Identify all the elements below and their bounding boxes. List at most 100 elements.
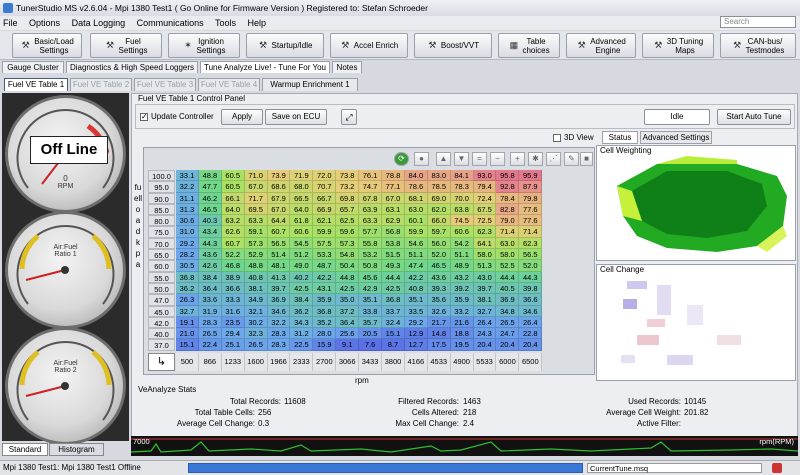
x-axis-value[interactable]: 3433 <box>359 352 383 371</box>
x-axis-value[interactable]: 3066 <box>336 352 360 371</box>
table-cell[interactable]: 67.0 <box>382 192 405 204</box>
table-cell[interactable]: 25.1 <box>221 339 245 351</box>
table-cell[interactable]: 61.8 <box>290 215 314 227</box>
table-cell[interactable]: 32.7 <box>473 305 497 317</box>
table-cell[interactable]: 53.8 <box>382 237 405 250</box>
table-cell[interactable]: 52.0 <box>427 249 451 261</box>
table-cell[interactable]: 20.4 <box>496 339 520 351</box>
x-axis-value[interactable]: 2700 <box>313 352 337 371</box>
table-cell[interactable]: 64.0 <box>221 203 245 216</box>
x-axis-value[interactable]: 1233 <box>221 352 245 371</box>
table-cell[interactable]: 56.5 <box>519 249 543 261</box>
table-cell[interactable]: 62.6 <box>221 226 245 238</box>
table-cell[interactable]: 31.2 <box>290 328 314 340</box>
x-axis-value[interactable]: 3800 <box>382 352 405 371</box>
table-cell[interactable]: 29.2 <box>404 316 428 329</box>
table-cell[interactable]: 58.0 <box>496 249 520 261</box>
table-cell[interactable]: 36.4 <box>198 282 222 295</box>
table-cell[interactable]: 74.7 <box>359 181 383 193</box>
table-cell[interactable]: 68.6 <box>267 181 291 193</box>
y-axis-value[interactable]: 37.0 <box>148 339 175 351</box>
table-cell[interactable]: 44.4 <box>496 271 520 283</box>
table-cell[interactable]: 63.9 <box>359 203 383 216</box>
table-cell[interactable]: 43.4 <box>198 226 222 238</box>
table-cell[interactable]: 78.6 <box>404 181 428 193</box>
table-cell[interactable]: 78.3 <box>450 181 474 193</box>
table-cell[interactable]: 59.9 <box>313 226 337 238</box>
menu-communications[interactable]: Communications <box>137 18 204 28</box>
table-cell[interactable]: 7.6 <box>359 339 383 351</box>
table-cell[interactable]: 82.8 <box>496 203 520 216</box>
minus-icon[interactable]: − <box>490 152 505 166</box>
table-cell[interactable]: 42.5 <box>382 282 405 295</box>
table-cell[interactable]: 38.4 <box>290 294 314 306</box>
table-cell[interactable]: 34.9 <box>244 294 268 306</box>
table-cell[interactable]: 67.8 <box>359 192 383 204</box>
table-cell[interactable]: 23.5 <box>221 316 245 329</box>
x-axis-value[interactable]: 500 <box>176 352 199 371</box>
table-cell[interactable]: 71.0 <box>244 170 268 182</box>
table-cell[interactable]: 56.8 <box>382 226 405 238</box>
table-cell[interactable]: 41.3 <box>267 271 291 283</box>
table-cell[interactable]: 22.5 <box>290 339 314 351</box>
table-cell[interactable]: 31.6 <box>221 305 245 317</box>
y-axis-value[interactable]: 42.0 <box>148 316 175 329</box>
table-cell[interactable]: 79.0 <box>496 215 520 227</box>
table-cell[interactable]: 42.2 <box>404 271 428 283</box>
table-cell[interactable]: 79.4 <box>473 181 497 193</box>
table-cell[interactable]: 63.3 <box>359 215 383 227</box>
x-axis-value[interactable]: 1966 <box>267 352 291 371</box>
table-cell[interactable]: 36.9 <box>267 294 291 306</box>
table-cell[interactable]: 29.2 <box>176 237 199 250</box>
table-cell[interactable]: 8.7 <box>382 339 405 351</box>
table-cell[interactable]: 36.9 <box>496 294 520 306</box>
table-cell[interactable]: 38.4 <box>198 271 222 283</box>
y-axis-value[interactable]: 90.0 <box>148 192 175 204</box>
interpolate-icon[interactable]: ⋰ <box>546 152 561 166</box>
table-cell[interactable]: 44.3 <box>198 237 222 250</box>
table-cell[interactable]: 22.4 <box>198 339 222 351</box>
table-cell[interactable]: 20.5 <box>359 328 383 340</box>
table-cell[interactable]: 28.3 <box>198 316 222 329</box>
table-cell[interactable]: 31.0 <box>176 226 199 238</box>
table-cell[interactable]: 77.6 <box>519 203 543 216</box>
table-cell[interactable]: 33.2 <box>450 305 474 317</box>
ignition-settings-button[interactable]: ✶ Ignition Settings <box>168 33 240 58</box>
table-cell[interactable]: 22.8 <box>519 328 543 340</box>
table-cell[interactable]: 39.7 <box>267 282 291 295</box>
table-cell[interactable]: 71.4 <box>519 226 543 238</box>
table-cell[interactable]: 40.8 <box>244 271 268 283</box>
menu-help[interactable]: Help <box>248 18 267 28</box>
table-cell[interactable]: 20.4 <box>473 339 497 351</box>
y-axis-value[interactable]: 70.0 <box>148 237 175 250</box>
basic-load-settings-button[interactable]: ⚒ Basic/Load Settings <box>12 33 82 58</box>
update-controller-checkbox[interactable]: ✓ <box>140 113 148 121</box>
table-cell[interactable]: 34.6 <box>519 305 543 317</box>
table-cell[interactable]: 47.7 <box>198 181 222 193</box>
table-cell[interactable]: 43.6 <box>198 249 222 261</box>
table-cell[interactable]: 44.4 <box>382 271 405 283</box>
refresh-icon[interactable]: ⟳ <box>394 152 409 166</box>
y-axis-value[interactable]: 60.0 <box>148 260 175 272</box>
table-cell[interactable]: 66.5 <box>290 192 314 204</box>
tab-warmup-enrichment-1[interactable]: Warmup Enrichment 1 <box>262 78 358 91</box>
tab-diagnostics[interactable]: Diagnostics & High Speed Loggers <box>66 61 198 73</box>
table-cell[interactable]: 36.8 <box>176 271 199 283</box>
table-cell[interactable]: 66.0 <box>427 215 451 227</box>
table-cell[interactable]: 28.0 <box>313 328 337 340</box>
table-cell[interactable]: 48.1 <box>267 260 291 272</box>
table-cell[interactable]: 71.7 <box>244 192 268 204</box>
table-cell[interactable]: 50.4 <box>336 260 360 272</box>
table-cell[interactable]: 36.2 <box>176 282 199 295</box>
table-cell[interactable]: 25.6 <box>336 328 360 340</box>
table-cell[interactable]: 67.5 <box>473 203 497 216</box>
table-cell[interactable]: 83.0 <box>427 170 451 182</box>
table-cell[interactable]: 77.1 <box>382 181 405 193</box>
table-cell[interactable]: 53.3 <box>313 249 337 261</box>
table-cell[interactable]: 59.7 <box>427 226 451 238</box>
table-cell[interactable]: 36.8 <box>382 294 405 306</box>
table-cell[interactable]: 39.3 <box>427 282 451 295</box>
table-cell[interactable]: 24.7 <box>496 328 520 340</box>
table-cell[interactable]: 33.8 <box>359 305 383 317</box>
table-cell[interactable]: 84.1 <box>450 170 474 182</box>
